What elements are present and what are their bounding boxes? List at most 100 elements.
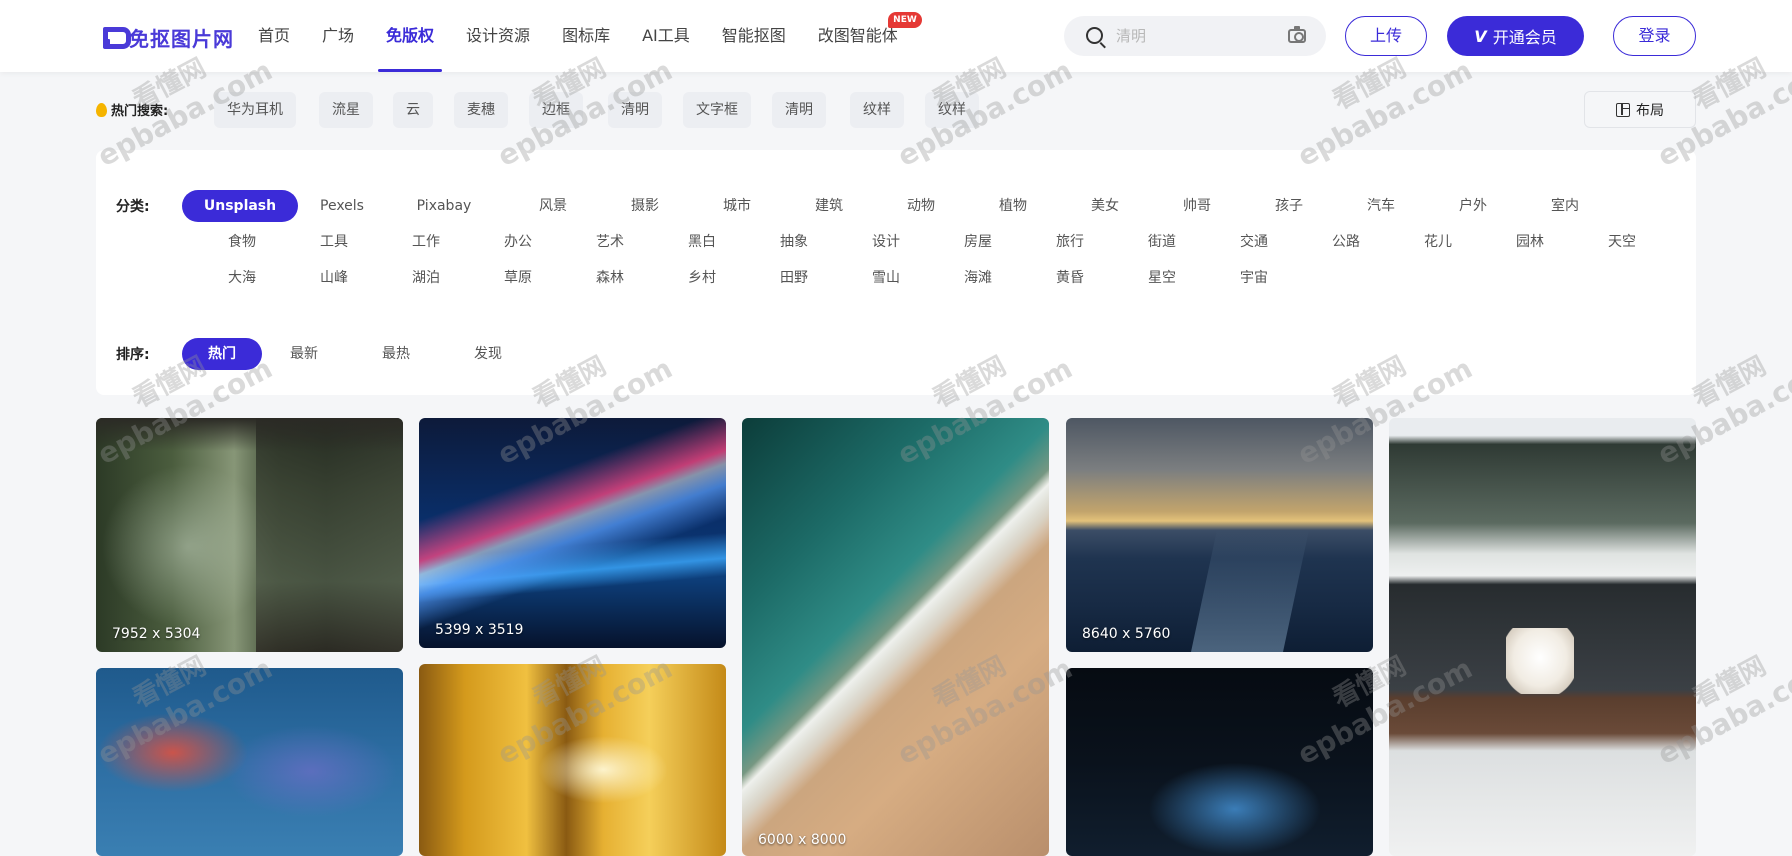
image-card[interactable] [1066, 668, 1373, 856]
category-chip[interactable]: 城市 [707, 190, 767, 222]
category-chip[interactable]: 山峰 [304, 262, 364, 294]
fire-icon [96, 102, 107, 117]
category-chip[interactable]: 园林 [1500, 226, 1560, 258]
camera-icon[interactable] [1288, 26, 1306, 43]
image-dimensions: 7952 x 5304 [112, 626, 201, 642]
nav-item-icon-library[interactable]: 图标库 [562, 0, 610, 72]
category-chip[interactable]: 植物 [983, 190, 1043, 222]
category-chip[interactable]: 交通 [1224, 226, 1284, 258]
sort-label: 排序: [116, 347, 150, 363]
site-logo[interactable]: 免抠图片网 [103, 22, 234, 52]
image-card[interactable] [1389, 418, 1696, 856]
category-chip[interactable]: 公路 [1316, 226, 1376, 258]
hot-search-tag[interactable]: 纹样 [925, 92, 979, 128]
new-badge: NEW [888, 12, 922, 28]
logo-text: 免抠图片网 [129, 26, 234, 51]
layout-button-label: 布局 [1636, 102, 1664, 119]
category-chip[interactable]: 汽车 [1351, 190, 1411, 222]
category-chip[interactable]: 办公 [488, 226, 548, 258]
image-card[interactable]: 7952 x 5304 [96, 418, 403, 652]
hot-search-tag[interactable]: 边框 [529, 92, 583, 128]
category-chip[interactable]: 食物 [212, 226, 272, 258]
category-chip[interactable]: 艺术 [580, 226, 640, 258]
category-chip[interactable]: 工具 [304, 226, 364, 258]
layout-button[interactable]: 布局 [1584, 91, 1696, 128]
category-chip[interactable]: 孩子 [1259, 190, 1319, 222]
sort-chip[interactable]: 最热 [366, 338, 426, 370]
category-chip[interactable]: Unsplash [182, 190, 298, 222]
sort-chip[interactable]: 热门 [182, 338, 262, 370]
vip-icon: V [1474, 26, 1487, 46]
category-chip[interactable]: 黄昏 [1040, 262, 1100, 294]
image-card[interactable]: 6000 x 8000 [742, 418, 1049, 856]
vip-button[interactable]: V 开通会员 [1447, 16, 1584, 56]
category-chip[interactable]: 美女 [1075, 190, 1135, 222]
category-chip[interactable]: 抽象 [764, 226, 824, 258]
main-nav: 首页 广场 免版权 设计资源 图标库 AI工具 智能抠图 改图智能体 NEW [258, 0, 930, 72]
hot-search-label: 热门搜索: [96, 100, 168, 119]
hot-search-tag[interactable]: 纹样 [850, 92, 904, 128]
sort-chip[interactable]: 发现 [458, 338, 518, 370]
category-chip[interactable]: 海滩 [948, 262, 1008, 294]
category-chip[interactable]: 设计 [856, 226, 916, 258]
image-dimensions: 8640 x 5760 [1082, 626, 1171, 642]
search-bar [1064, 16, 1326, 56]
category-chip[interactable]: 湖泊 [396, 262, 456, 294]
category-chip[interactable]: 摄影 [615, 190, 675, 222]
category-chip[interactable]: Pexels [297, 190, 387, 222]
category-chip[interactable]: 宇宙 [1224, 262, 1284, 294]
category-chip[interactable]: 动物 [891, 190, 951, 222]
hot-search-row: 热门搜索: 华为耳机 流星 云 麦穗 边框 清明 文字框 清明 纹样 纹样 布局 [96, 91, 1696, 129]
sort-chip[interactable]: 最新 [274, 338, 334, 370]
category-chip[interactable]: 草原 [488, 262, 548, 294]
hot-search-label-text: 热门搜索: [111, 104, 169, 119]
login-button[interactable]: 登录 [1613, 16, 1696, 56]
nav-item-design-resources[interactable]: 设计资源 [466, 0, 530, 72]
nav-item-home[interactable]: 首页 [258, 0, 290, 72]
nav-item-smart-cutout[interactable]: 智能抠图 [722, 0, 786, 72]
hot-search-tag[interactable]: 清明 [772, 92, 826, 128]
nav-item-ai-tools[interactable]: AI工具 [642, 0, 690, 72]
image-card[interactable]: 8640 x 5760 [1066, 418, 1373, 652]
category-chip[interactable]: 旅行 [1040, 226, 1100, 258]
category-chip[interactable]: Pixabay [399, 190, 489, 222]
nav-item-copyright-free[interactable]: 免版权 [378, 0, 443, 72]
hot-search-tag[interactable]: 麦穗 [454, 92, 508, 128]
category-chip[interactable]: 街道 [1132, 226, 1192, 258]
category-chip[interactable]: 大海 [212, 262, 272, 294]
category-chip[interactable]: 雪山 [856, 262, 916, 294]
image-dimensions: 6000 x 8000 [758, 832, 847, 848]
top-header: 免抠图片网 首页 广场 免版权 设计资源 图标库 AI工具 智能抠图 改图智能体… [0, 0, 1792, 72]
category-chip[interactable]: 建筑 [799, 190, 859, 222]
vip-button-label: 开通会员 [1492, 28, 1557, 47]
category-chip[interactable]: 森林 [580, 262, 640, 294]
category-chip[interactable]: 风景 [523, 190, 583, 222]
category-chip[interactable]: 田野 [764, 262, 824, 294]
image-dimensions: 5399 x 3519 [435, 622, 524, 638]
nav-item-square[interactable]: 广场 [322, 0, 354, 72]
category-chip[interactable]: 室内 [1535, 190, 1595, 222]
category-chip[interactable]: 帅哥 [1167, 190, 1227, 222]
category-chip[interactable]: 工作 [396, 226, 456, 258]
upload-button[interactable]: 上传 [1345, 16, 1427, 56]
search-input[interactable] [1116, 24, 1276, 48]
category-chip[interactable]: 房屋 [948, 226, 1008, 258]
hot-search-tag[interactable]: 云 [393, 92, 433, 128]
hot-search-tag[interactable]: 清明 [608, 92, 662, 128]
layout-icon [1616, 102, 1630, 117]
hot-search-tag[interactable]: 华为耳机 [214, 92, 296, 128]
nav-item-image-agent-label: 改图智能体 [817, 26, 898, 45]
category-chip[interactable]: 星空 [1132, 262, 1192, 294]
category-chip[interactable]: 天空 [1592, 226, 1652, 258]
image-card[interactable]: 5399 x 3519 [419, 418, 726, 648]
hot-search-tag[interactable]: 文字框 [683, 92, 751, 128]
category-chip[interactable]: 户外 [1443, 190, 1503, 222]
search-icon[interactable] [1086, 27, 1103, 44]
image-card[interactable] [96, 668, 403, 856]
category-chip[interactable]: 黑白 [672, 226, 732, 258]
category-chip[interactable]: 花儿 [1408, 226, 1468, 258]
category-chip[interactable]: 乡村 [672, 262, 732, 294]
hot-search-tag[interactable]: 流星 [319, 92, 373, 128]
nav-item-image-agent[interactable]: 改图智能体 NEW [817, 0, 922, 72]
image-card[interactable] [419, 664, 726, 856]
